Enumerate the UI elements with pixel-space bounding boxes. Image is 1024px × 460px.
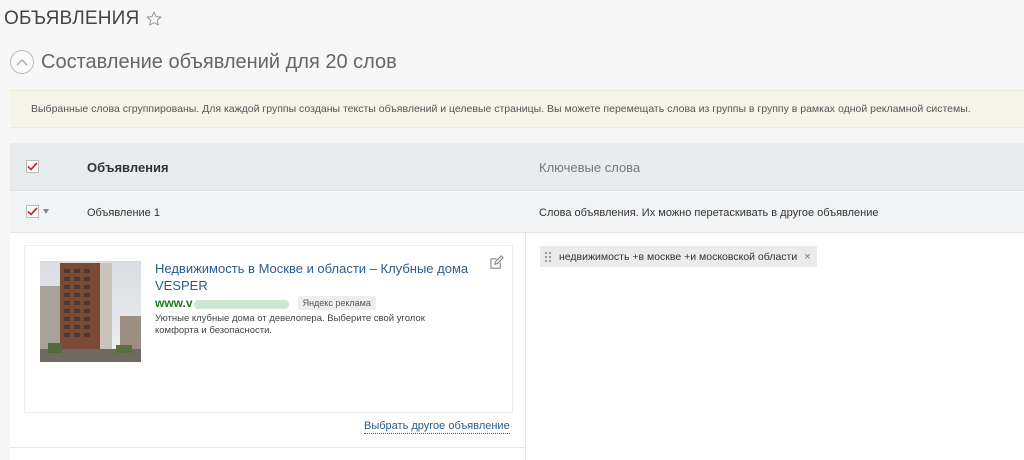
edit-icon[interactable] xyxy=(489,255,504,270)
keywords-hint: Слова объявления. Их можно перетаскивать… xyxy=(539,207,879,219)
column-header-keywords: Ключевые слова xyxy=(539,160,641,175)
ad-title-link[interactable]: Недвижимость в Москве и области – Клубны… xyxy=(155,260,485,294)
section-header: Составление объявлений для 20 слов xyxy=(10,50,397,74)
section-title: Составление объявлений для 20 слов xyxy=(41,50,397,73)
close-icon[interactable]: × xyxy=(804,251,810,263)
ad-url[interactable]: www.v xyxy=(155,296,193,310)
building-thumbnail xyxy=(40,261,141,362)
yandex-ad-badge: Яндекс реклама xyxy=(297,296,376,310)
ad-group-checkbox[interactable] xyxy=(26,205,39,218)
ad-preview-card: Недвижимость в Москве и области – Клубны… xyxy=(24,245,513,413)
choose-other-ad-link[interactable]: Выбрать другое объявление xyxy=(364,420,510,434)
column-header-ads: Объявления xyxy=(87,160,169,175)
chevron-up-circle-icon[interactable] xyxy=(10,50,34,74)
drag-handle-icon[interactable] xyxy=(545,251,551,262)
star-outline-icon[interactable] xyxy=(145,10,163,28)
separator xyxy=(10,447,525,448)
keyword-chip[interactable]: недвижимость +в москве +и московской обл… xyxy=(540,246,817,267)
table-header: Объявления Ключевые слова xyxy=(10,143,1024,191)
ad-description: Уютные клубные дома от девелопера. Выбер… xyxy=(155,313,425,336)
page-title-text: ОБЪЯВЛЕНИЯ xyxy=(4,8,140,29)
ad-url-row: www.v Яндекс реклама xyxy=(155,296,376,310)
caret-down-icon[interactable] xyxy=(43,209,49,214)
info-banner: Выбранные слова сгруппированы. Для каждо… xyxy=(10,90,1024,128)
column-divider xyxy=(525,233,526,460)
ad-group-row: Объявление 1 Слова объявления. Их можно … xyxy=(10,192,1024,233)
select-all-checkbox[interactable] xyxy=(26,160,39,173)
ad-group-label: Объявление 1 xyxy=(87,207,160,219)
group-content: Недвижимость в Москве и области – Клубны… xyxy=(10,233,1024,460)
keyword-text: недвижимость +в москве +и московской обл… xyxy=(559,250,798,263)
page-title: ОБЪЯВЛЕНИЯ xyxy=(4,8,163,30)
blurred-url xyxy=(193,299,289,309)
